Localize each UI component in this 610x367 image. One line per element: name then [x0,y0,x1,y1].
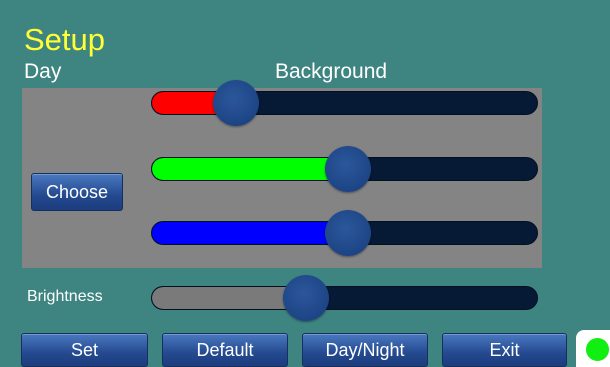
red-slider-knob[interactable] [213,80,259,126]
red-slider-track[interactable] [151,91,538,115]
blue-slider-knob[interactable] [325,210,371,256]
section-label: Background [275,60,388,83]
brightness-label: Brightness [27,288,103,305]
green-slider-knob[interactable] [325,146,371,192]
brightness-slider-track[interactable] [151,286,538,310]
exit-button[interactable]: Exit [442,333,567,367]
day-night-button[interactable]: Day/Night [302,333,428,367]
brightness-slider-knob[interactable] [283,275,329,321]
status-indicator-icon [584,336,610,363]
mode-label: Day [24,60,62,83]
page-title: Setup [24,22,106,57]
set-button[interactable]: Set [21,333,148,367]
blue-slider-fill [152,222,349,244]
default-button[interactable]: Default [162,333,288,367]
choose-button[interactable]: Choose [31,173,123,211]
green-slider-fill [152,158,349,180]
